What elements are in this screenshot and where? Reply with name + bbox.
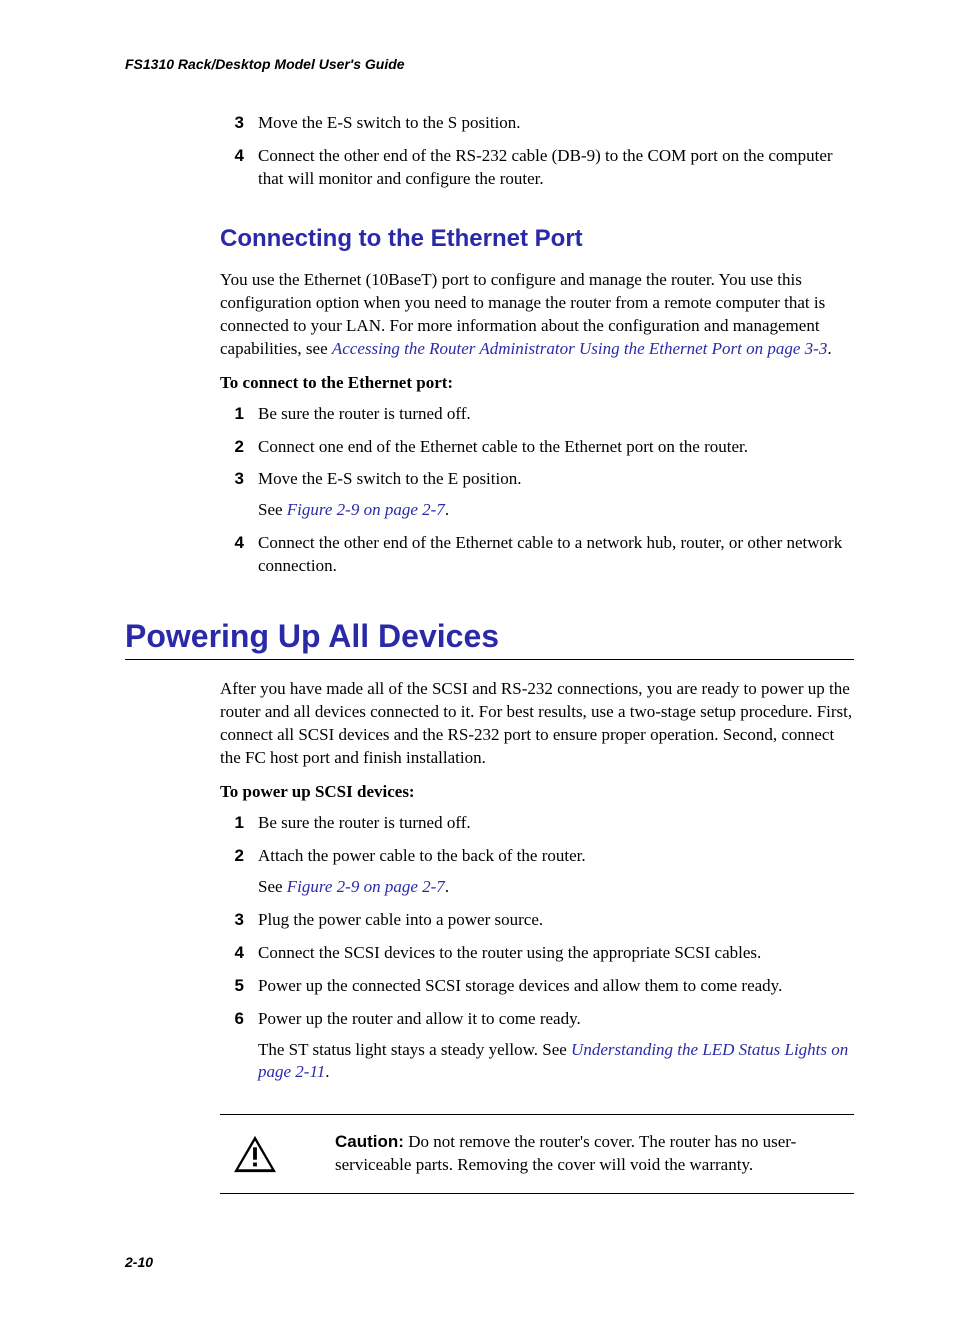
xref-link[interactable]: Figure 2-9 on page 2-7: [287, 877, 445, 896]
step-text: Attach the power cable to the back of th…: [258, 845, 854, 899]
list-item: 4 Connect the other end of the Ethernet …: [220, 532, 854, 578]
xref-link[interactable]: Figure 2-9 on page 2-7: [287, 500, 445, 519]
ethernet-section: Connecting to the Ethernet Port You use …: [220, 225, 854, 578]
step-number: 3: [220, 909, 244, 932]
list-item: 3 Move the E-S switch to the S position.: [220, 112, 854, 135]
list-item: 1 Be sure the router is turned off.: [220, 812, 854, 835]
step-number: 3: [220, 112, 244, 135]
procedure-lead: To connect to the Ethernet port:: [220, 373, 854, 393]
step-number: 4: [220, 942, 244, 965]
section-rule: [125, 659, 854, 660]
step-text: Connect the SCSI devices to the router u…: [258, 942, 854, 965]
step-number: 3: [220, 468, 244, 491]
step-number: 4: [220, 532, 244, 555]
step-number: 2: [220, 436, 244, 459]
list-item: 3 Move the E-S switch to the E position.…: [220, 468, 854, 522]
caution-text: Caution: Do not remove the router's cove…: [290, 1131, 854, 1177]
list-item: 6 Power up the router and allow it to co…: [220, 1008, 854, 1085]
step-number: 5: [220, 975, 244, 998]
list-item: 5 Power up the connected SCSI storage de…: [220, 975, 854, 998]
step-number: 4: [220, 145, 244, 168]
step-line: Power up the router and allow it to come…: [258, 1008, 854, 1031]
step-text: Plug the power cable into a power source…: [258, 909, 854, 932]
see-line: See Figure 2-9 on page 2-7.: [258, 499, 854, 522]
step-text: Power up the router and allow it to come…: [258, 1008, 854, 1085]
list-item: 2 Connect one end of the Ethernet cable …: [220, 436, 854, 459]
step-number: 2: [220, 845, 244, 868]
step-text: Be sure the router is turned off.: [258, 403, 854, 426]
warning-icon: [220, 1134, 290, 1174]
list-item: 3 Plug the power cable into a power sour…: [220, 909, 854, 932]
step-text: Connect one end of the Ethernet cable to…: [258, 436, 854, 459]
step-text: Move the E-S switch to the E position. S…: [258, 468, 854, 522]
document-page: FS1310 Rack/Desktop Model User's Guide 3…: [0, 0, 954, 1330]
step-text: Connect the other end of the Ethernet ca…: [258, 532, 854, 578]
step-number: 1: [220, 403, 244, 426]
procedure-lead: To power up SCSI devices:: [220, 782, 854, 802]
running-header: FS1310 Rack/Desktop Model User's Guide: [125, 56, 854, 72]
list-item: 1 Be sure the router is turned off.: [220, 403, 854, 426]
caution-callout: Caution: Do not remove the router's cove…: [220, 1114, 854, 1194]
intro-text-b: .: [827, 339, 831, 358]
list-item: 2 Attach the power cable to the back of …: [220, 845, 854, 899]
step-number: 1: [220, 812, 244, 835]
section-heading-ethernet: Connecting to the Ethernet Port: [220, 225, 854, 253]
page-number: 2-10: [125, 1254, 854, 1270]
step-line: Move the E-S switch to the E position.: [258, 468, 854, 491]
see-line: See Figure 2-9 on page 2-7.: [258, 876, 854, 899]
power-intro: After you have made all of the SCSI and …: [220, 678, 854, 770]
step-text: Connect the other end of the RS-232 cabl…: [258, 145, 854, 191]
step-number: 6: [220, 1008, 244, 1031]
step-text: Power up the connected SCSI storage devi…: [258, 975, 854, 998]
caution-body: Do not remove the router's cover. The ro…: [335, 1132, 796, 1174]
step-text: Be sure the router is turned off.: [258, 812, 854, 835]
ethernet-intro: You use the Ethernet (10BaseT) port to c…: [220, 269, 854, 361]
caution-label: Caution:: [335, 1132, 404, 1151]
list-item: 4 Connect the SCSI devices to the router…: [220, 942, 854, 965]
xref-link[interactable]: Accessing the Router Administrator Using…: [332, 339, 827, 358]
section-heading-powering: Powering Up All Devices: [125, 618, 854, 655]
extra-line: The ST status light stays a steady yello…: [258, 1039, 854, 1085]
step-text: Move the E-S switch to the S position.: [258, 112, 854, 135]
step-line: Attach the power cable to the back of th…: [258, 845, 854, 868]
list-item: 4 Connect the other end of the RS-232 ca…: [220, 145, 854, 191]
top-steps-continuation: 3 Move the E-S switch to the S position.…: [220, 112, 854, 191]
power-section: After you have made all of the SCSI and …: [220, 678, 854, 1194]
